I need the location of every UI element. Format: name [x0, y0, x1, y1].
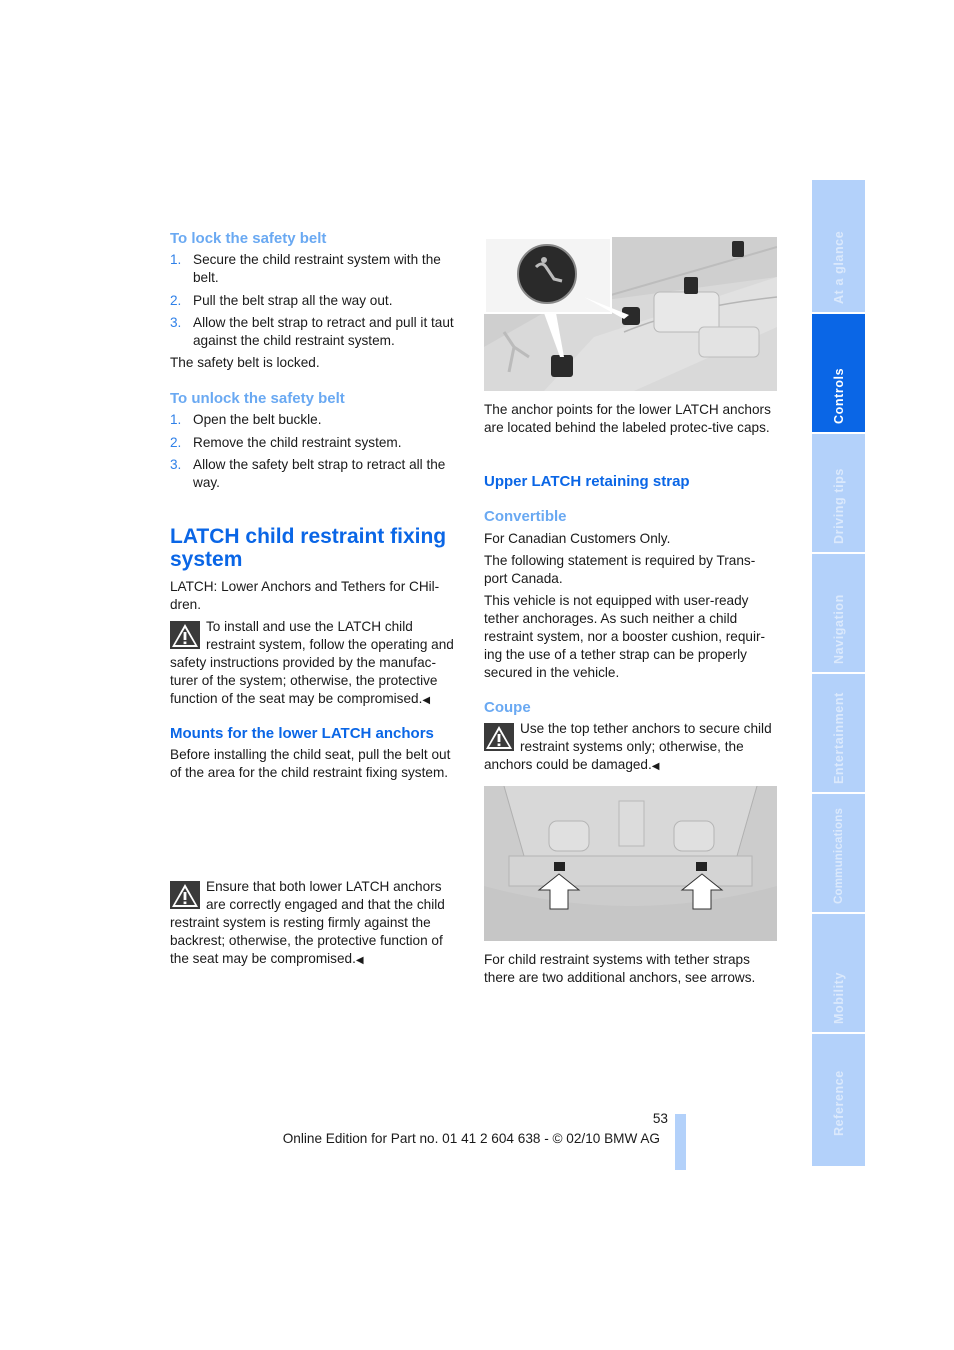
image-code	[781, 890, 791, 940]
page-number: 53	[652, 1111, 668, 1126]
lock-heading: To lock the safety belt	[170, 230, 327, 247]
convertible-heading: Convertible	[484, 508, 567, 525]
warning-coupe: Use the top tether anchors to secure chi…	[484, 721, 772, 772]
image-code	[781, 340, 791, 390]
right-column: The anchor points for the lower LATCH an…	[484, 0, 780, 985]
tab-mobility[interactable]: Mobility	[812, 914, 865, 1032]
list-item: 1. Secure the child restraint system with…	[170, 252, 441, 285]
end-mark: ◀	[422, 695, 431, 706]
warning-latch: To install and use the LATCH child restr…	[170, 619, 454, 706]
tab-reference[interactable]: Reference	[812, 1034, 865, 1166]
footer-accent-bar	[675, 1114, 686, 1170]
left-column: To lock the safety belt 1. Secure the chi…	[170, 0, 462, 966]
end-mark: ◀	[355, 955, 364, 966]
footer-edition: Online Edition for Part no. 01 41 2 604 …	[282, 1131, 660, 1146]
parcel-shelf-illustration	[484, 786, 777, 941]
mounts-heading: Mounts for the lower LATCH anchors	[170, 725, 434, 742]
lock-result: The safety belt is locked.	[170, 355, 320, 370]
list-item: 1. Open the belt buckle.	[170, 412, 322, 427]
warning-mounts: Ensure that both lower LATCH anchors are…	[170, 879, 445, 966]
tab-controls[interactable]: Controls	[812, 314, 865, 432]
mounts-text: Before installing the child seat, pull t…	[170, 747, 451, 780]
lock-steps: 1. Secure the child restraint system with…	[170, 251, 462, 355]
upper-latch-heading: Upper LATCH retaining strap	[484, 473, 690, 490]
tab-at-a-glance[interactable]: At a glance	[812, 180, 865, 312]
image2-caption: For child restraint systems with tether …	[484, 952, 756, 985]
warning-icon	[484, 723, 514, 751]
list-item: 3. Allow the safety belt strap to retract…	[170, 457, 446, 490]
convertible-para-1: For Canadian Customers Only.	[484, 531, 671, 546]
latch-intro: LATCH: Lower Anchors and Tethers for CHi…	[170, 579, 440, 612]
image1-caption: The anchor points for the lower LATCH an…	[484, 402, 771, 435]
tether-anchor-photo	[484, 786, 777, 941]
lower-anchor-photo	[484, 237, 777, 391]
warning-icon	[170, 621, 200, 649]
list-item: 2. Pull the belt strap all the way out.	[170, 292, 393, 308]
tab-communications[interactable]: Communications	[812, 794, 865, 912]
tab-entertainment[interactable]: Entertainment	[812, 674, 865, 792]
section-title-latch: LATCH child restraint fixing system	[170, 525, 447, 571]
end-mark: ◀	[651, 761, 660, 772]
list-item: 3. Allow the belt strap to retract and pu…	[170, 315, 454, 348]
convertible-para-2: The following statement is required by T…	[484, 553, 756, 586]
unlock-steps: 1. Open the belt buckle. 2. Remove the chi…	[170, 411, 462, 497]
warning-icon	[170, 881, 200, 909]
tab-navigation[interactable]: Navigation	[812, 554, 865, 672]
coupe-heading: Coupe	[484, 699, 531, 716]
rear-seat-illustration	[484, 237, 777, 391]
list-item: 2. Remove the child restraint system.	[170, 434, 402, 450]
tab-driving-tips[interactable]: Driving tips	[812, 434, 865, 552]
convertible-para-3: This vehicle is not equipped with user-r…	[484, 593, 766, 680]
unlock-heading: To unlock the safety belt	[170, 390, 345, 407]
